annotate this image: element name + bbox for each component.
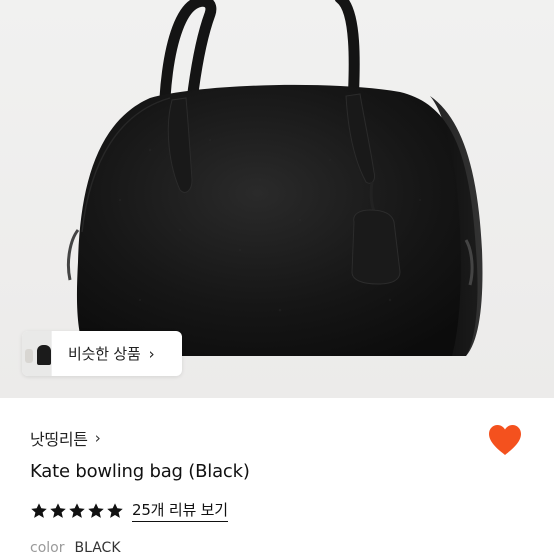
product-title: Kate bowling bag (Black) [30,461,250,482]
product-info: 낫띵리튼 › Kate bowling bag (Black) 25개 리뷰 보… [0,398,554,554]
thumbnail-shape [37,345,51,365]
chevron-right-icon: › [94,429,101,447]
option-value: BLACK [74,540,121,554]
seller-link[interactable]: 낫띵리튼 › [30,426,101,450]
similar-products-label: 비슷한 상품 [68,345,141,363]
star-icon [50,502,66,518]
option-color: color BLACK [30,540,121,554]
star-icon [69,502,85,518]
star-icon [31,502,47,518]
similar-products-thumbnail [22,331,52,376]
review-link[interactable]: 25개 리뷰 보기 [132,499,228,522]
heart-icon[interactable] [487,423,523,457]
star-icon [107,502,123,518]
rating-stars [30,502,124,520]
product-image[interactable]: 비슷한 상품 › [0,0,554,398]
option-key: color [30,540,65,554]
thumbnail-shape [25,349,33,363]
rating-row: 25개 리뷰 보기 [30,499,228,522]
star-icon [88,502,104,518]
seller-name: 낫띵리튼 [30,430,88,449]
similar-products-button[interactable]: 비슷한 상품 › [22,331,182,376]
chevron-right-icon: › [148,344,155,363]
